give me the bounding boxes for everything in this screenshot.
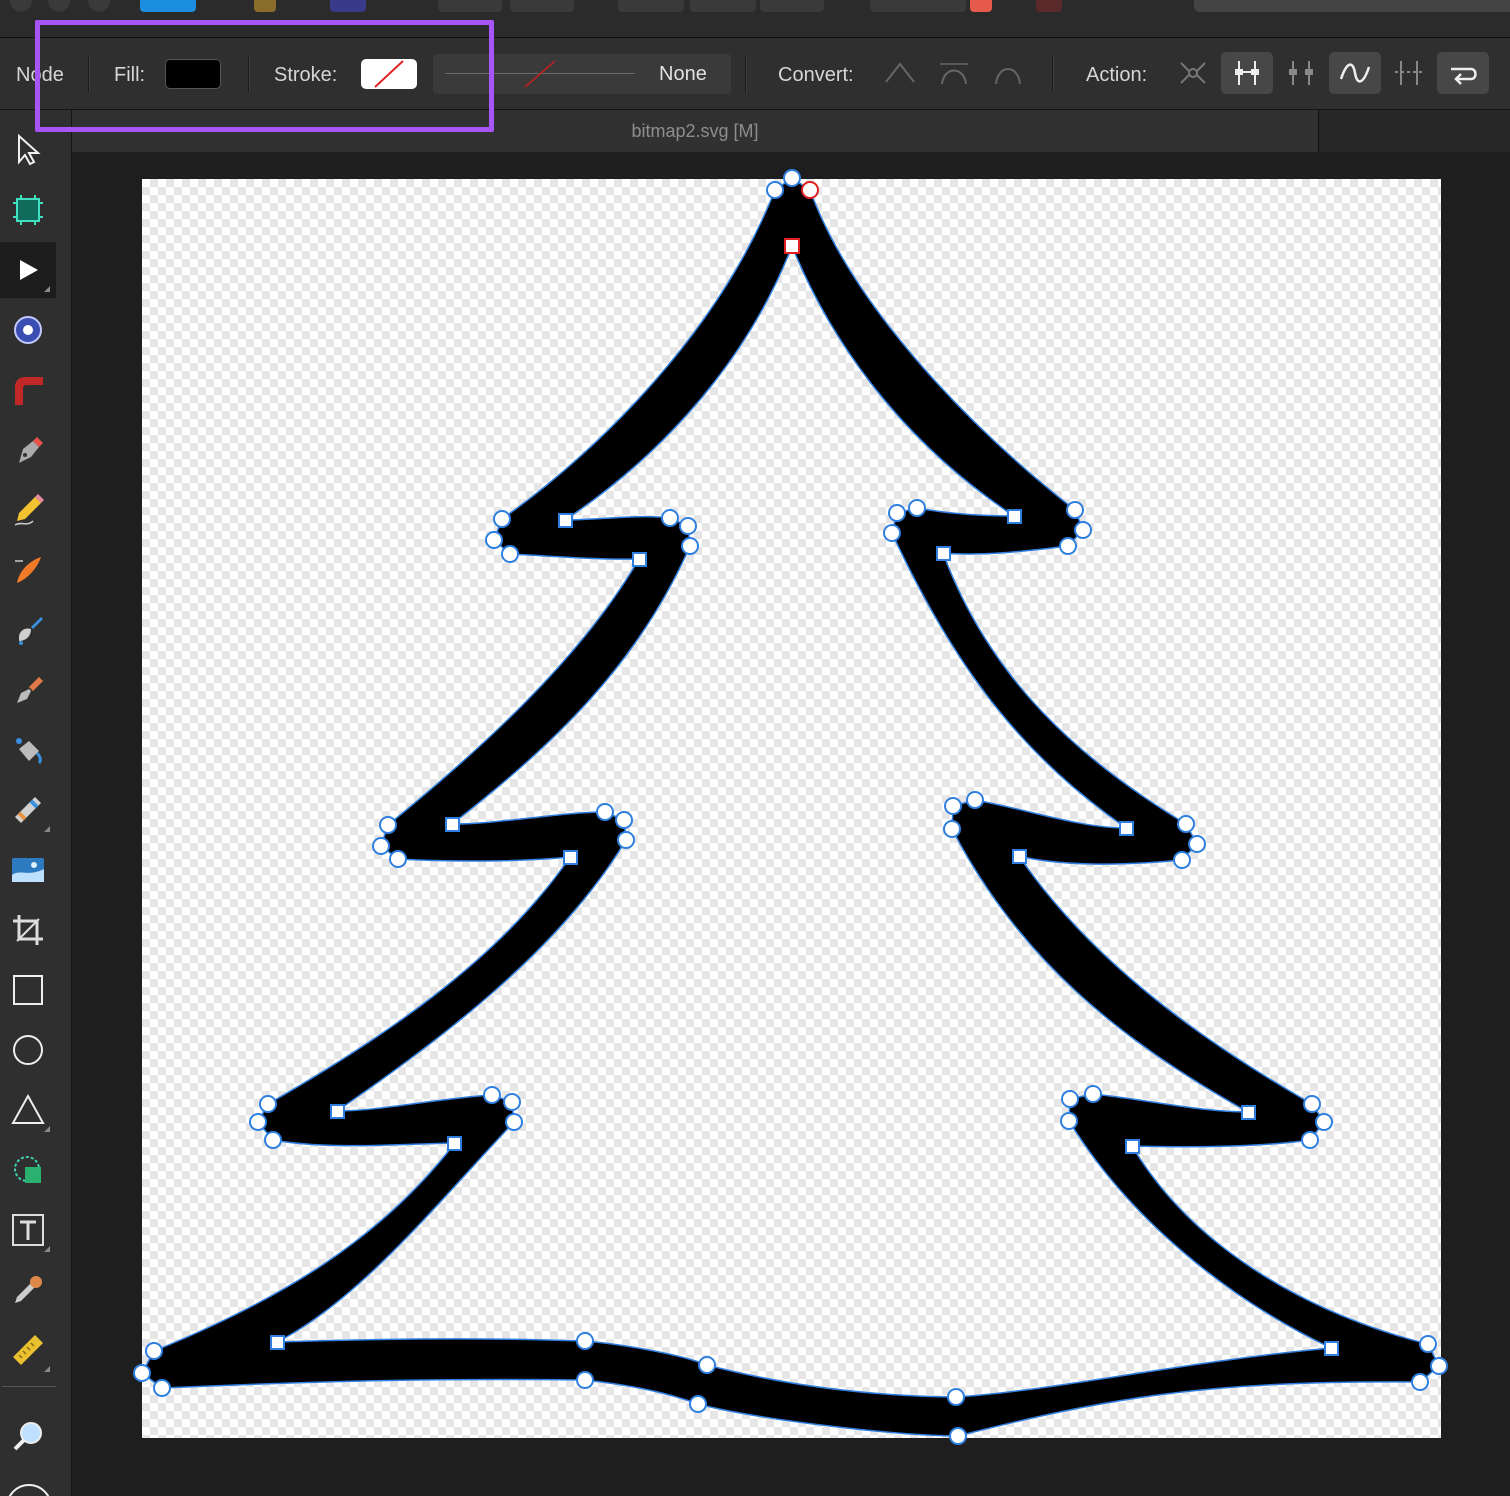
curve-handles[interactable] [133, 169, 1448, 1445]
selected-handle[interactable] [801, 181, 819, 199]
tree-outline-shape[interactable] [141, 177, 1440, 1437]
selected-node[interactable] [784, 238, 800, 254]
tree-vector-drawing[interactable] [0, 0, 1510, 1496]
